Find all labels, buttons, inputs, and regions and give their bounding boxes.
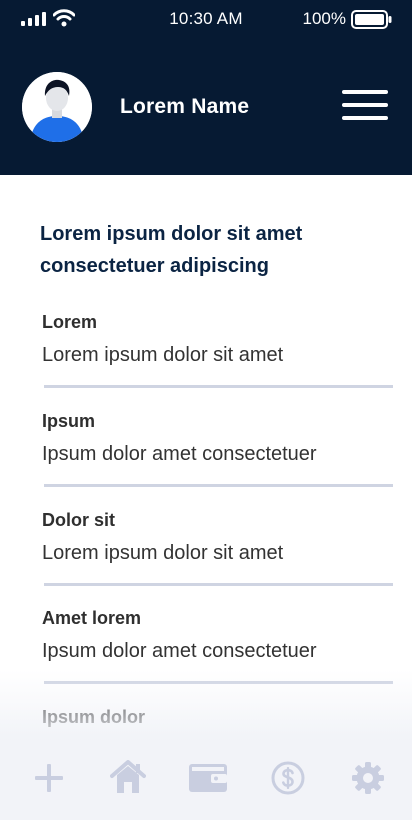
bottom-tab-bar [0,740,412,820]
section-title: Lorem ipsum dolor sit amet consectetuer … [40,223,303,277]
avatar-icon [22,72,92,142]
home-icon[interactable] [110,760,146,794]
info-field: Amet lorem Ipsum dolor amet consectetuer [42,608,393,692]
avatar[interactable] [22,72,92,142]
app-header: 10:30 AM 100% Lorem Name [0,0,412,175]
field-label: Ipsum [42,411,96,431]
field-value: Lorem ipsum dolor sit amet [42,344,284,366]
plus-icon[interactable] [33,762,65,794]
battery-icon [351,10,392,29]
menu-button[interactable] [342,90,388,122]
battery-percentage: 100% [302,9,346,28]
field-value: Ipsum dolor amet consectetuer [42,640,317,662]
field-value: Ipsum dolor amet consectetuer [42,443,317,465]
field-label: Amet lorem [42,608,142,628]
field-label: Lorem [42,312,98,332]
field-label: Ipsum dolor [42,707,145,727]
field-divider [44,484,393,487]
field-divider [44,681,393,684]
status-bar: 10:30 AM 100% [0,0,412,38]
info-field: Ipsum dolor [42,707,393,740]
wallet-icon[interactable] [189,764,227,792]
field-divider [44,385,393,388]
info-field: Ipsum Ipsum dolor amet consectetuer [42,411,393,495]
field-divider [44,583,393,586]
info-field: Lorem Lorem ipsum dolor sit amet [42,312,393,396]
info-field: Dolor sit Lorem ipsum dolor sit amet [42,510,393,594]
field-value: Lorem ipsum dolor sit amet [42,542,284,564]
gear-icon[interactable] [351,761,385,795]
dollar-icon[interactable] [271,761,305,795]
field-label: Dolor sit [42,510,116,530]
detail-content: Lorem ipsum dolor sit amet consectetuer … [0,175,412,740]
profile-name: Lorem Name [120,95,250,118]
